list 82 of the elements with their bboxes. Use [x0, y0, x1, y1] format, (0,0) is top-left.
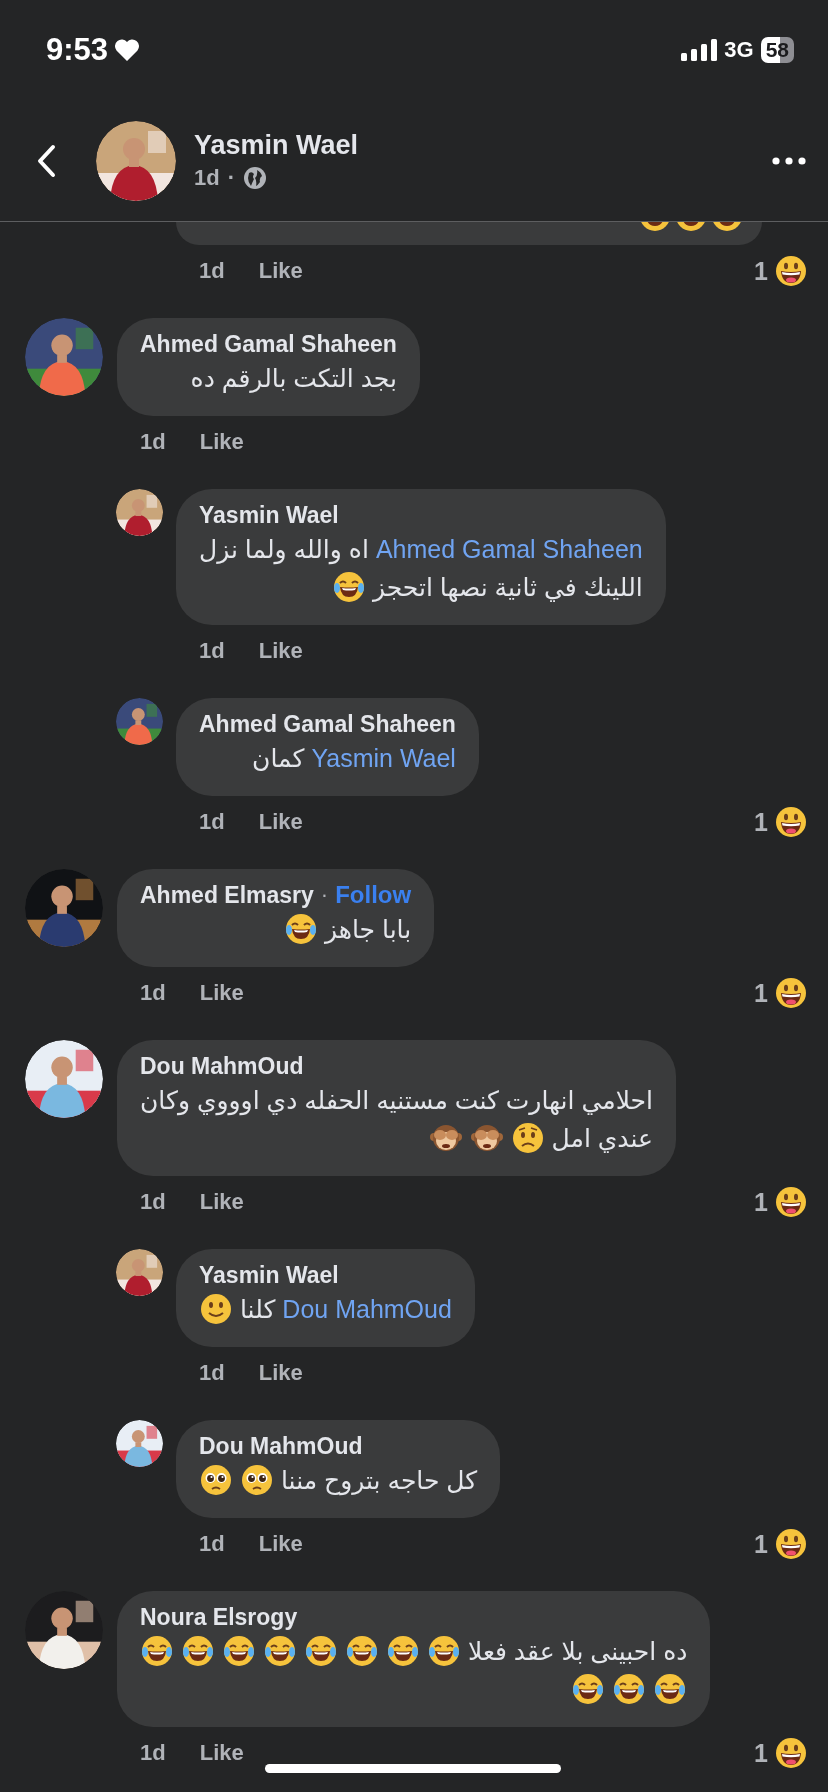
laughing-tears-icon	[182, 1635, 214, 1667]
comment-text: كمان	[252, 743, 305, 774]
laughing-tears-icon	[305, 1635, 337, 1667]
grinning-face-icon	[775, 806, 807, 838]
grinning-face-icon	[775, 1737, 807, 1769]
laughing-tears-icon	[285, 913, 317, 945]
reaction-count: 1	[754, 1738, 768, 1768]
heart-icon	[114, 38, 141, 62]
post-time: 1d	[194, 165, 220, 191]
comment-text: كل حاجه بتروح مننا	[281, 1465, 478, 1498]
laughing-tears-icon	[572, 1673, 605, 1705]
grinning-face-icon	[775, 1186, 807, 1218]
mention-link[interactable]: Ahmed Gamal Shaheen	[375, 530, 643, 568]
separator-dot: ·	[320, 881, 329, 909]
profile-name[interactable]: Yasmin Wael	[194, 130, 772, 161]
grinning-face-icon	[775, 977, 807, 1009]
laughing-tears-icon	[141, 1635, 173, 1667]
comment-time: 1d	[199, 809, 225, 835]
comment-text: ده احبينى بلا عقد فعلا	[468, 1636, 688, 1667]
grinning-face-icon	[775, 1528, 807, 1560]
grinning-face-icon	[775, 255, 807, 287]
mention-link[interactable]: Yasmin Wael	[311, 739, 456, 777]
comment-time: 1d	[199, 1360, 225, 1386]
network-type: 3G	[724, 37, 754, 63]
like-button[interactable]: Like	[199, 429, 244, 455]
laughing-tears-icon	[223, 1635, 255, 1667]
comment-author[interactable]: Yasmin Wael	[199, 1260, 339, 1290]
laughing-tears-icon	[346, 1635, 378, 1667]
comment-text: بجد التكت بالرقم ده	[190, 363, 397, 395]
reaction-count: 1	[754, 256, 768, 286]
comment-text: بابا جاهز	[325, 914, 412, 946]
separator-dot: ·	[227, 165, 235, 191]
comment-author[interactable]: Ahmed Gamal Shaheen	[140, 329, 397, 359]
mention-link[interactable]: Dou MahmOud	[282, 1290, 452, 1328]
comment-text: كلنا	[240, 1294, 276, 1325]
comment-author[interactable]: Yasmin Wael	[199, 500, 339, 530]
comment-author[interactable]: Ahmed Gamal Shaheen	[199, 709, 456, 739]
reaction-count: 1	[754, 1529, 768, 1559]
worried-face-icon	[511, 1122, 544, 1154]
comment-text: اللينك في ثانية نصها اتحجز	[372, 572, 643, 604]
monkey-covering-eyes-icon	[429, 1122, 462, 1154]
laughing-tears-icon	[332, 571, 365, 603]
reaction-count: 1	[754, 978, 768, 1008]
like-button[interactable]: Like	[258, 258, 303, 284]
reaction-count: 1	[754, 807, 768, 837]
pleading-face-icon	[241, 1464, 273, 1496]
like-button[interactable]: Like	[199, 1189, 244, 1215]
laughing-tears-icon	[387, 1635, 419, 1667]
like-button[interactable]: Like	[258, 1531, 303, 1557]
comment-time: 1d	[199, 638, 225, 664]
comment-time: 1d	[140, 980, 166, 1006]
comment-text: عندي امل	[551, 1123, 653, 1155]
globe-icon	[243, 166, 267, 190]
more-icon[interactable]	[772, 156, 806, 165]
back-icon[interactable]	[36, 143, 58, 178]
comment-time: 1d	[199, 1531, 225, 1557]
laughing-tears-icon	[264, 1635, 296, 1667]
like-button[interactable]: Like	[199, 980, 244, 1006]
comment-time: 1d	[140, 1189, 166, 1215]
comment-text: احلامي انهارت كنت مستنيه الحفله دي اوووي وكان	[140, 1085, 653, 1118]
comment-time: 1d	[140, 429, 166, 455]
like-button[interactable]: Like	[199, 1740, 244, 1766]
monkey-covering-eyes-icon	[470, 1122, 503, 1154]
like-button[interactable]: Like	[258, 638, 303, 664]
battery-indicator: 58	[760, 37, 794, 63]
comment-author[interactable]: Noura Elsrogy	[140, 1602, 298, 1632]
clock-time: 9:53	[46, 32, 109, 68]
like-button[interactable]: Like	[258, 1360, 303, 1386]
laughing-tears-icon	[428, 1635, 460, 1667]
smiling-face-icon	[200, 1293, 232, 1325]
comment-author[interactable]: Ahmed Elmasry	[140, 880, 314, 910]
comment-time: 1d	[140, 1740, 166, 1766]
comment-author[interactable]: Dou MahmOud	[140, 1051, 304, 1081]
like-button[interactable]: Like	[258, 809, 303, 835]
reaction-count: 1	[754, 1187, 768, 1217]
comment-author[interactable]: Dou MahmOud	[199, 1431, 363, 1461]
laughing-tears-icon	[613, 1673, 646, 1705]
laughing-tears-icon	[654, 1673, 687, 1705]
comment-text: اه والله ولما نزل	[199, 534, 369, 567]
comment-time: 1d	[199, 258, 225, 284]
signal-icon	[681, 39, 718, 61]
pleading-face-icon	[200, 1464, 232, 1496]
